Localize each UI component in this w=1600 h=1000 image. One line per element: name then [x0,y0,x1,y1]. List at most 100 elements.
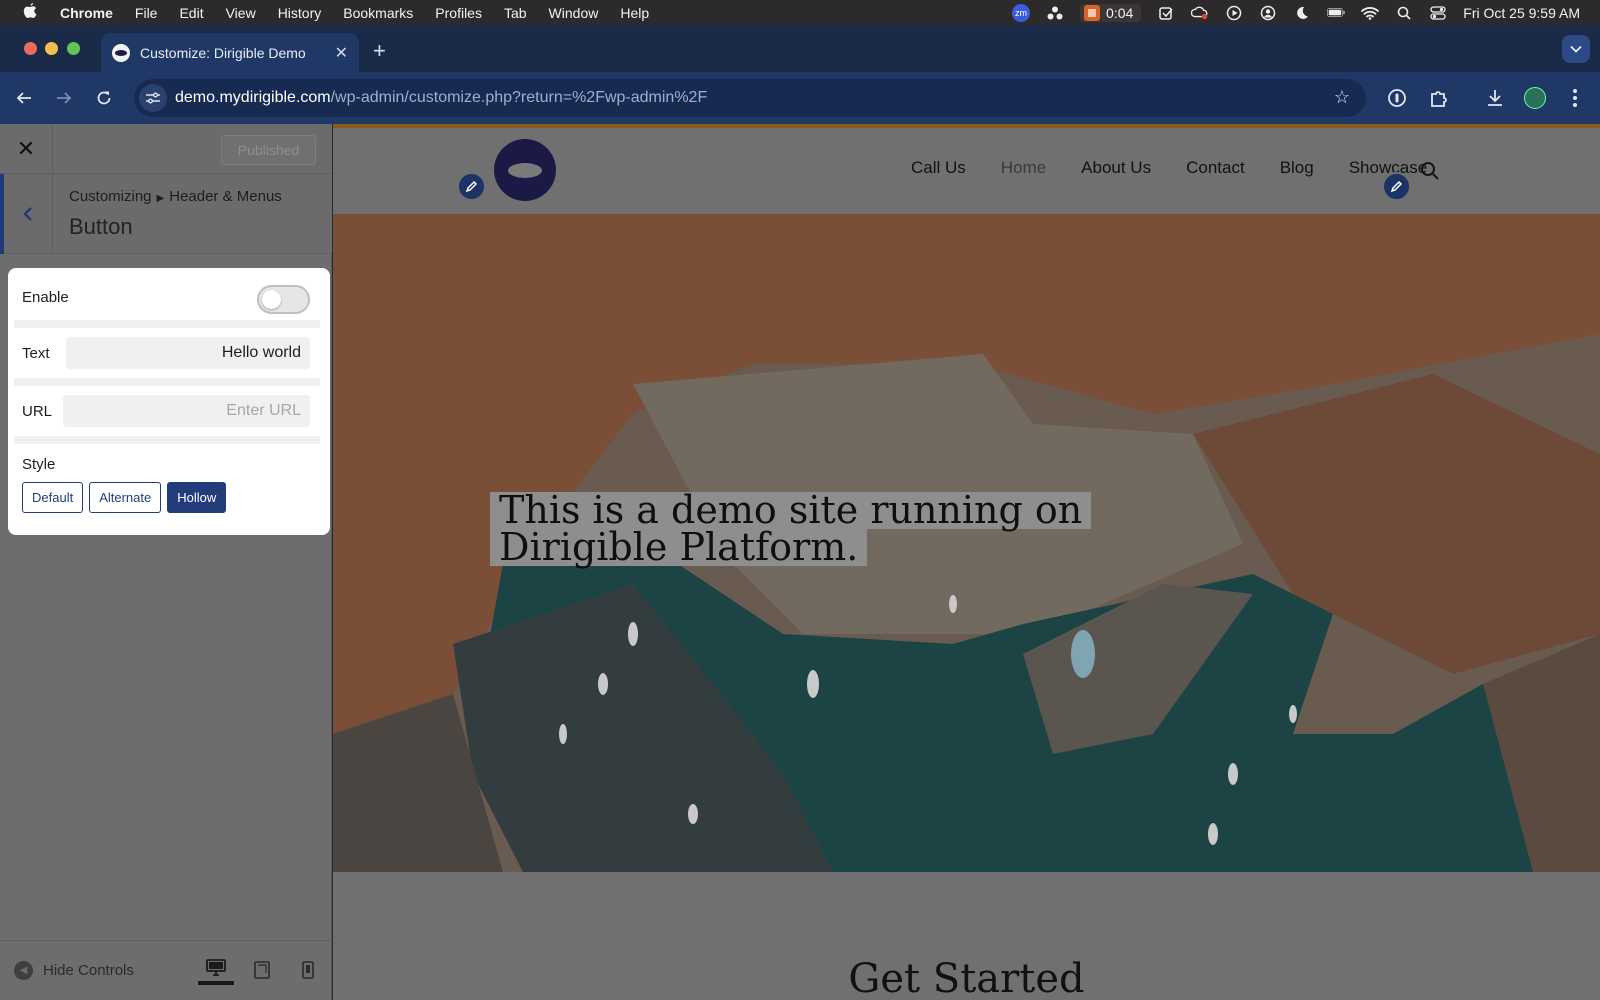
hide-controls-arrow-icon: ◀ [14,961,33,980]
customizer-sidebar: ✕ Published Customizing ▶ Header & Menus B… [0,124,332,1000]
menu-tab[interactable]: Tab [504,5,527,21]
address-bar[interactable]: demo.mydirigible.com/wp-admin/customize.… [134,79,1366,117]
browser-tab-active[interactable]: Customize: Dirigible Demo ✕ [101,33,359,72]
zoom-status-icon[interactable]: zm [1012,3,1031,22]
url-host: demo.mydirigible.com [175,89,331,106]
macos-menu-bar: Chrome File Edit View History Bookmarks … [0,0,1600,25]
breadcrumb-section: Header & Menus [169,188,282,205]
wifi-icon[interactable] [1361,6,1380,20]
back-arrow-icon[interactable] [10,84,38,112]
window-close-button[interactable] [24,42,37,55]
enable-toggle[interactable] [257,285,310,314]
hide-controls-label: Hide Controls [43,962,134,979]
style-default-button[interactable]: Default [22,482,84,513]
screen-recording-indicator[interactable]: 0:04 [1080,3,1142,22]
tablet-preview-icon[interactable] [244,955,280,985]
menu-file[interactable]: File [135,5,158,21]
site-settings-icon[interactable] [139,84,167,112]
profile-avatar[interactable] [1523,86,1547,110]
creative-cloud-icon[interactable] [1191,6,1209,20]
nav-blog[interactable]: Blog [1280,158,1314,178]
cluster-icon[interactable] [1046,6,1064,20]
button-url-input[interactable] [63,395,310,427]
edit-logo-pencil-icon[interactable] [457,172,486,201]
menu-help[interactable]: Help [620,5,649,21]
user-account-icon[interactable] [1259,5,1277,20]
style-row: Style Default Alternate Hollow [14,444,320,526]
menu-app-name[interactable]: Chrome [60,5,113,21]
recording-time: 0:04 [1106,4,1134,21]
enable-row: Enable [14,274,320,328]
nav-about-us[interactable]: About Us [1081,158,1151,178]
menubar-status-area: zm 0:04 Fri Oct 25 9:59 AM [1012,0,1580,25]
breadcrumb-separator-icon: ▶ [156,193,165,204]
hero-line-2: Dirigible Platform. [490,528,868,566]
url-label: URL [22,403,53,420]
text-row: Text [14,328,320,386]
hero-image: This is a demo site running on Dirigible… [333,214,1600,872]
spotlight-search-icon[interactable] [1395,6,1413,20]
hero-heading: This is a demo site running on Dirigible… [490,491,1092,566]
do-not-disturb-moon-icon[interactable] [1293,6,1311,20]
site-header: Call Us Home About Us Contact Blog Showc… [333,128,1600,214]
tab-close-icon[interactable]: ✕ [335,43,348,63]
window-zoom-button[interactable] [67,42,80,55]
text-label: Text [22,345,50,362]
desktop-preview-icon[interactable] [198,955,234,985]
menu-history[interactable]: History [278,5,322,21]
clipboard-icon[interactable] [1157,6,1175,20]
edit-menu-pencil-icon[interactable] [1382,172,1411,201]
published-button[interactable]: Published [221,135,316,165]
hide-controls-button[interactable]: ◀ Hide Controls [14,961,134,980]
chrome-menu-kebab-icon[interactable] [1563,86,1587,110]
battery-icon[interactable] [1327,6,1345,20]
control-center-icon[interactable] [1429,5,1447,20]
menu-profiles[interactable]: Profiles [435,5,482,21]
menu-window[interactable]: Window [549,5,599,21]
bookmark-star-icon[interactable]: ☆ [1334,87,1350,108]
hero-line-1: This is a demo site running on [490,491,1092,529]
style-button-group: Default Alternate Hollow [22,482,227,513]
downloads-icon[interactable] [1483,86,1507,110]
stop-recording-icon [1084,4,1101,21]
tab-title: Customize: Dirigible Demo [140,44,306,61]
password-manager-icon[interactable] [1385,86,1409,110]
new-tab-button[interactable]: + [373,38,386,64]
window-minimize-button[interactable] [45,42,58,55]
get-started-heading: Get Started [848,956,1085,1000]
apple-menu-icon[interactable] [22,2,42,24]
button-text-input[interactable] [66,337,310,369]
url-row: URL [14,386,320,444]
menu-view[interactable]: View [226,5,256,21]
tab-search-button[interactable] [1562,35,1590,63]
site-search-icon[interactable] [1420,161,1440,181]
nav-contact[interactable]: Contact [1186,158,1245,178]
menu-edit[interactable]: Edit [179,5,203,21]
browser-toolbar: demo.mydirigible.com/wp-admin/customize.… [0,72,1600,124]
menu-bookmarks[interactable]: Bookmarks [343,5,413,21]
section-title: Button [69,214,133,239]
back-chevron-icon[interactable] [0,174,53,254]
nav-call-us[interactable]: Call Us [911,158,966,178]
breadcrumb: Customizing ▶ Header & Menus [69,188,282,205]
browser-tab-strip: Customize: Dirigible Demo ✕ + [0,25,1600,72]
menubar-clock[interactable]: Fri Oct 25 9:59 AM [1463,5,1580,21]
mobile-preview-icon[interactable] [290,955,326,985]
forward-arrow-icon[interactable] [50,84,78,112]
section-header: Customizing ▶ Header & Menus Button [0,174,332,254]
content-section: Get Started [333,872,1600,1000]
nav-home[interactable]: Home [1001,158,1046,178]
toggle-knob [262,290,281,309]
style-alternate-button[interactable]: Alternate [89,482,162,513]
site-favicon-icon [112,43,130,62]
site-primary-nav: Call Us Home About Us Contact Blog Showc… [911,158,1427,178]
close-customizer-icon[interactable]: ✕ [0,124,53,174]
play-circle-icon[interactable] [1225,5,1243,20]
enable-label: Enable [22,289,69,306]
dirigible-logo[interactable] [494,139,556,201]
extensions-puzzle-icon[interactable] [1426,86,1450,110]
site-preview[interactable]: Call Us Home About Us Contact Blog Showc… [333,124,1600,1000]
style-hollow-button[interactable]: Hollow [167,482,227,513]
reload-icon[interactable] [90,84,118,112]
url-path: /wp-admin/customize.php?return=%2Fwp-adm… [330,89,708,106]
